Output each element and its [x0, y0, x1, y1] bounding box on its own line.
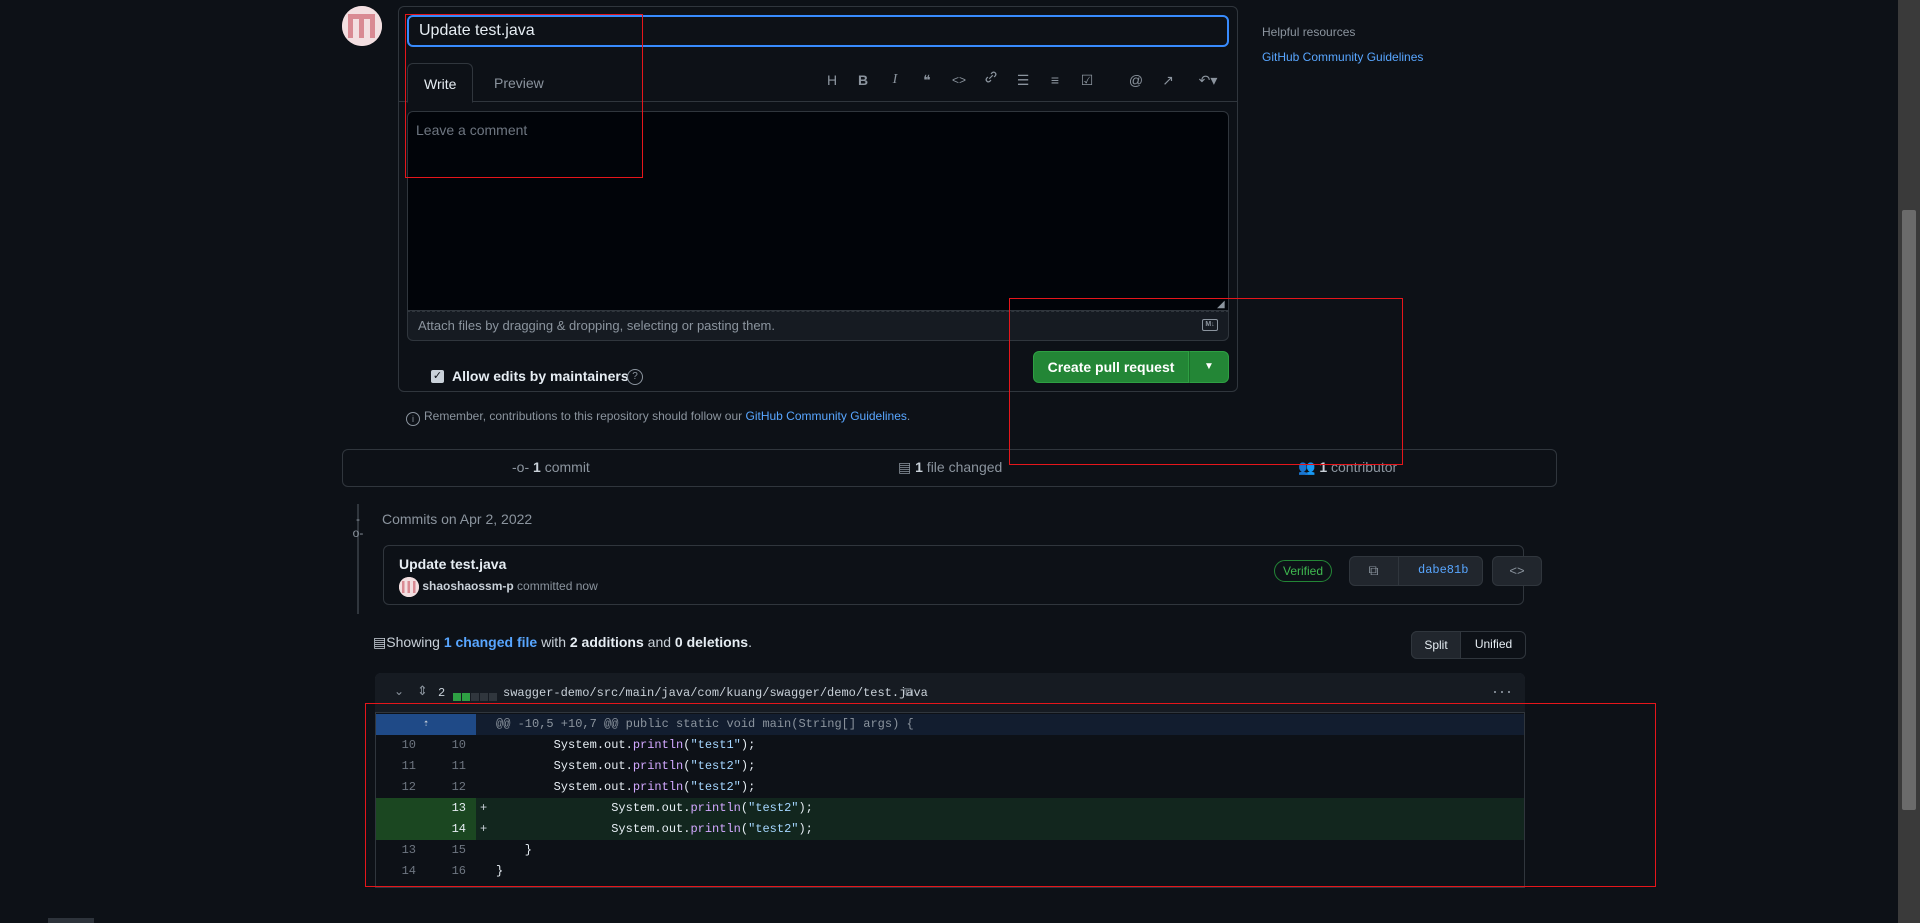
reference-icon[interactable]: ↗ [1158, 70, 1178, 90]
scrollbar-thumb[interactable] [1902, 210, 1916, 810]
line-code: System.out.println("test1"); [496, 738, 756, 752]
italic-icon[interactable]: I [885, 70, 905, 90]
addition-marker: + [480, 822, 488, 836]
expand-all-icon[interactable]: ⇕ [417, 683, 428, 699]
changed-files-link[interactable]: 1 changed file [444, 634, 537, 650]
sidebar-community-guidelines-link[interactable]: GitHub Community Guidelines [1262, 50, 1423, 64]
copy-path-icon[interactable]: ⧉ [904, 684, 913, 700]
new-line-number[interactable]: 14 [426, 819, 486, 840]
browse-repo-button[interactable]: <> [1492, 556, 1542, 586]
commit-meta: shaoshaossm-p committed now [399, 577, 598, 597]
allow-edits-label[interactable]: Allow edits by maintainers [452, 368, 629, 384]
comment-textarea[interactable]: Leave a comment [407, 111, 1229, 311]
unified-view-button[interactable]: Unified [1461, 631, 1526, 659]
tab-write[interactable]: Write [407, 63, 474, 103]
verified-badge[interactable]: Verified [1274, 560, 1333, 582]
tab-preview[interactable]: Preview [478, 63, 560, 103]
quote-icon[interactable]: ❝ [917, 70, 937, 90]
commit-author-avatar[interactable] [399, 577, 419, 597]
commit-title-link[interactable]: Update test.java [399, 556, 506, 572]
more-options-icon[interactable]: ··· [1492, 681, 1513, 702]
diff-line: 13 15 } [376, 840, 1524, 861]
helpful-resources-heading: Helpful resources [1262, 25, 1356, 39]
diff-line: 12 12 System.out.println("test2"); [376, 777, 1524, 798]
create-pull-request-dropdown-button[interactable]: ▼ [1189, 351, 1229, 383]
new-line-number[interactable]: 13 [426, 798, 486, 819]
line-code: } [496, 843, 533, 857]
allow-edits-checkbox[interactable]: ✓ [431, 370, 444, 383]
commit-time: committed now [513, 579, 598, 594]
line-code: System.out.println("test2"); [496, 822, 813, 836]
line-code: System.out.println("test2"); [496, 759, 756, 773]
people-icon: 👥 [1298, 459, 1316, 475]
link-icon[interactable] [981, 70, 1001, 90]
file-diff-icon: ▤ [373, 634, 387, 650]
create-pull-request-button[interactable]: Create pull request [1033, 351, 1189, 383]
resize-handle-icon[interactable]: ◢ [1217, 299, 1225, 310]
commit-author-link[interactable]: shaoshaossm-p [422, 579, 513, 593]
commits-stat[interactable]: -o- 1 commit [512, 459, 590, 475]
hunk-header-row: ⇡ @@ -10,5 +10,7 @@ public static void m… [376, 714, 1524, 735]
diff-line-added: 13 + System.out.println("test2"); [376, 798, 1524, 819]
new-line-number[interactable]: 16 [426, 861, 486, 882]
heading-icon[interactable]: H [822, 70, 842, 90]
commit-sha-link[interactable]: dabe81b [1418, 563, 1468, 577]
new-line-number[interactable]: 15 [426, 840, 486, 861]
code-icon[interactable]: <> [949, 70, 969, 90]
bold-icon[interactable]: B [853, 70, 873, 90]
diff-line-added: 14 + System.out.println("test2"); [376, 819, 1524, 840]
split-view-button[interactable]: Split [1411, 631, 1461, 659]
reminder-suffix: . [906, 409, 911, 423]
question-icon[interactable]: ? [627, 369, 643, 385]
copy-sha-button[interactable]: ⧉ [1349, 556, 1399, 586]
numbered-list-icon[interactable]: ≡ [1045, 70, 1065, 90]
line-code: System.out.println("test2"); [496, 801, 813, 815]
contributors-stat[interactable]: 👥 1 contributor [1298, 459, 1397, 476]
expand-up-icon[interactable]: ⇡ [376, 714, 476, 735]
diffstat-blocks [453, 688, 498, 704]
diff-line-count: 2 [438, 686, 446, 700]
new-line-number[interactable]: 11 [426, 756, 486, 777]
commit-icon: -o- [512, 459, 530, 475]
reply-icon[interactable]: ↶▾ [1194, 70, 1222, 90]
code-icon: <> [1509, 563, 1525, 578]
community-guidelines-link[interactable]: GitHub Community Guidelines [746, 409, 907, 423]
new-line-number[interactable]: 10 [426, 735, 486, 756]
chevron-down-icon[interactable]: ⌄ [394, 684, 404, 698]
pr-title-input[interactable]: Update test.java [407, 15, 1229, 47]
files-changed-stat[interactable]: ▤ 1 file changed [898, 459, 1002, 476]
commit-node-icon: -o- [352, 512, 364, 540]
caret-down-icon: ▼ [1204, 361, 1214, 372]
copy-icon: ⧉ [1368, 562, 1379, 578]
diff-summary: ▤Showing 1 changed file with 2 additions… [373, 634, 752, 650]
mention-icon[interactable]: @ [1126, 70, 1146, 90]
bullet-list-icon[interactable]: ☰ [1013, 70, 1033, 90]
diff-line: 10 10 System.out.println("test1"); [376, 735, 1524, 756]
diff-file-path[interactable]: swagger-demo/src/main/java/com/kuang/swa… [503, 686, 928, 700]
attach-files-text: Attach files by dragging & dropping, sel… [418, 318, 775, 333]
author-avatar[interactable] [342, 6, 382, 46]
reminder-text: Remember, contributions to this reposito… [424, 409, 746, 423]
attach-files-bar[interactable]: Attach files by dragging & dropping, sel… [407, 311, 1229, 341]
commits-date-heading: Commits on Apr 2, 2022 [382, 511, 533, 527]
file-diff-icon: ▤ [898, 459, 912, 475]
line-code: System.out.println("test2"); [496, 780, 756, 794]
diff-line: 14 16 } [376, 861, 1524, 882]
info-icon: i [406, 412, 420, 426]
contribution-reminder: i Remember, contributions to this reposit… [406, 409, 910, 426]
diff-line: 11 11 System.out.println("test2"); [376, 756, 1524, 777]
markdown-icon[interactable]: M↓ [1202, 319, 1218, 331]
line-code: } [496, 864, 504, 878]
new-line-number[interactable]: 12 [426, 777, 486, 798]
bottom-edge-tab [48, 918, 94, 923]
hunk-header-text: @@ -10,5 +10,7 @@ public static void mai… [496, 717, 914, 731]
addition-marker: + [480, 801, 488, 815]
task-list-icon[interactable]: ☑ [1077, 70, 1097, 90]
